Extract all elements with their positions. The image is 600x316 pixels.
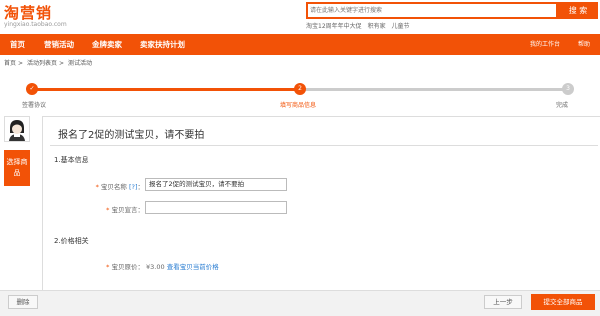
search-input[interactable] (310, 4, 550, 17)
nav-item-seller-support[interactable]: 卖家扶持计划 (140, 34, 185, 55)
hot-word-link[interactable]: 儿童节 (392, 23, 410, 30)
site-header: 淘营销 yingxiao.taobao.com 搜 索 淘宝12周年年中大促 积… (0, 0, 600, 34)
item-price-value: ¥3.00 (146, 263, 165, 271)
item-sidebar: 选择商品 (0, 116, 42, 316)
title-divider (50, 145, 598, 146)
step-1-label: 签署协议 (22, 102, 47, 109)
section-price: 2.价格相关 (54, 237, 89, 245)
item-title: 报名了2促的测试宝贝，请不要拍 (58, 130, 205, 141)
nav-item-home[interactable]: 首页 (10, 34, 25, 55)
item-slogan-input[interactable] (145, 201, 287, 214)
site-logo-url: yingxiao.taobao.com (4, 21, 67, 28)
breadcrumb-separator: > (18, 60, 24, 67)
nav-item-workbench[interactable]: 我的工作台 (530, 34, 560, 55)
select-item-button[interactable]: 选择商品 (4, 150, 30, 186)
step-3-label: 完成 (556, 102, 569, 109)
step-line-done (32, 88, 300, 91)
previous-step-button[interactable]: 上一步 (484, 295, 522, 309)
nav-item-marketing[interactable]: 营销活动 (44, 34, 74, 55)
step-2-label: 填写商品信息 (280, 102, 317, 109)
search-button[interactable]: 搜 索 (558, 2, 598, 19)
step-2-dot: 2 (294, 83, 306, 95)
progress-steps: ✓ 2 3 签署协议 填写商品信息 完成 (0, 80, 600, 110)
site-logo[interactable]: 淘营销 (4, 2, 52, 23)
avatar (4, 116, 30, 142)
breadcrumb-activity-list[interactable]: 活动列表页 (27, 60, 57, 67)
item-slogan-label: * 宝贝宣言： (106, 206, 144, 214)
section-basic-info: 1.基本信息 (54, 156, 89, 164)
hot-word-link[interactable]: 积有家 (368, 23, 386, 30)
view-current-price-link[interactable]: 查看宝贝当前价格 (167, 263, 219, 271)
step-line-todo (300, 88, 568, 91)
step-1-dot: ✓ (26, 83, 38, 95)
main-nav: 首页 营销活动 金牌卖家 卖家扶持计划 我的工作台 帮助 (0, 34, 600, 55)
item-name-input[interactable]: 报名了2促的测试宝贝，请不要拍 (145, 178, 287, 191)
item-price-label: * 宝贝原价： (106, 263, 144, 271)
breadcrumb-separator: > (58, 60, 65, 67)
hot-word-link[interactable]: 淘宝12周年年中大促 (306, 23, 362, 30)
item-name-label: * 宝贝名称 [?]： (95, 183, 144, 191)
submit-all-button[interactable]: 提交全部商品 (531, 294, 595, 310)
delete-button[interactable]: 删除 (8, 295, 38, 309)
nav-item-help[interactable]: 帮助 (578, 34, 590, 55)
breadcrumb: 首页 > 活动列表页 > 测试活动 (4, 58, 94, 67)
hot-words: 淘宝12周年年中大促 积有家 儿童节 (306, 21, 414, 30)
breadcrumb-current: 测试活动 (67, 60, 92, 67)
step-3-dot: 3 (562, 83, 574, 95)
nav-item-gold-seller[interactable]: 金牌卖家 (92, 34, 122, 55)
item-price-row: ¥3.00 查看宝贝当前价格 (146, 261, 219, 271)
avatar-icon (5, 117, 29, 141)
breadcrumb-home[interactable]: 首页 (4, 60, 16, 67)
search-box (306, 2, 558, 19)
help-icon[interactable]: [?] (129, 183, 138, 191)
